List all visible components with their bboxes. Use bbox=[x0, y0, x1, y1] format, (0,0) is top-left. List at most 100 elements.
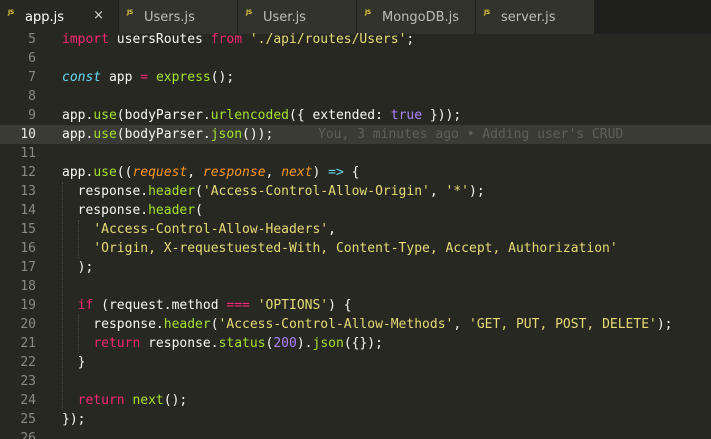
code-token: use bbox=[93, 127, 117, 142]
code-token: ( bbox=[210, 317, 219, 332]
code-text: response.header('Access-Control-Allow-Or… bbox=[62, 182, 485, 201]
js-file-icon: JS bbox=[8, 8, 16, 19]
code-token: }); bbox=[62, 412, 86, 427]
code-token: 'OPTIONS' bbox=[257, 298, 329, 313]
code-token: (); bbox=[210, 70, 235, 85]
code-line[interactable]: 14 response.header( bbox=[0, 201, 711, 220]
tab-app-js[interactable]: JS app.js × bbox=[0, 0, 119, 34]
code-line[interactable]: 11 bbox=[0, 144, 711, 163]
tab-label: server.js bbox=[501, 9, 556, 25]
tab-server-js[interactable]: JS server.js bbox=[476, 0, 595, 34]
code-line[interactable]: 9 app.use(bodyParser.urlencoded({ extende… bbox=[0, 106, 711, 125]
code-line[interactable]: 23 bbox=[0, 372, 711, 391]
code-token: true bbox=[390, 108, 423, 123]
code-line[interactable]: 19 if (request.method === 'OPTIONS') { bbox=[0, 296, 711, 315]
code-line[interactable]: 20 response.header('Access-Control-Allow… bbox=[0, 315, 711, 334]
line-number: 20 bbox=[20, 317, 36, 332]
code-token: , bbox=[328, 222, 336, 237]
js-file-icon: JS bbox=[365, 9, 373, 19]
js-file-icon-glyph: JS bbox=[246, 8, 252, 16]
code-line[interactable]: 24 return next(); bbox=[0, 391, 711, 410]
code-token: (bodyParser. bbox=[116, 127, 211, 142]
code-text: ); bbox=[62, 258, 94, 277]
code-line[interactable]: 25}); bbox=[0, 410, 711, 429]
code-line[interactable]: 8 bbox=[0, 87, 711, 106]
tab-label: User.js bbox=[263, 9, 306, 25]
indent-guide bbox=[78, 220, 79, 258]
code-line[interactable]: 13 response.header('Access-Control-Allow… bbox=[0, 182, 711, 201]
line-number: 21 bbox=[20, 336, 36, 351]
tab-user-js[interactable]: JS User.js bbox=[238, 0, 357, 34]
code-line[interactable]: 12 app.use((request, response, next) => { bbox=[0, 163, 711, 182]
code-token: })); bbox=[422, 108, 462, 123]
code-token: 'Access-Control-Allow-Headers' bbox=[93, 222, 329, 237]
code-token: header bbox=[163, 317, 211, 332]
code-line[interactable]: 15 'Access-Control-Allow-Headers', bbox=[0, 220, 711, 239]
code-token: 'Access-Control-Allow-Origin' bbox=[202, 184, 430, 199]
code-token: ; bbox=[406, 32, 415, 47]
code-text: const app = express(); bbox=[62, 68, 234, 87]
code-line[interactable]: 10 app.use(bodyParser.json()); You, 3 minu… bbox=[0, 125, 711, 144]
line-number: 16 bbox=[20, 241, 36, 256]
code-token: header bbox=[148, 184, 196, 199]
code-token: ). bbox=[296, 336, 313, 351]
code-token: if bbox=[77, 298, 94, 313]
code-token: ); bbox=[469, 184, 485, 199]
indent-guide bbox=[78, 315, 79, 353]
code-text: app.use(bodyParser.json()); bbox=[62, 125, 273, 144]
code-token: urlencoded bbox=[210, 108, 289, 123]
line-number: 11 bbox=[20, 146, 36, 161]
line-number: 10 bbox=[20, 127, 36, 142]
git-blame-annotation: You, 3 minutes ago • Adding user's CRUD bbox=[318, 127, 624, 142]
code-line[interactable]: 7 const app = express(); bbox=[0, 68, 711, 87]
code-line[interactable]: 17 ); bbox=[0, 258, 711, 277]
code-token: (( bbox=[116, 165, 133, 180]
line-number: 7 bbox=[28, 70, 36, 85]
tab-label: Users.js bbox=[144, 9, 195, 25]
line-number: 23 bbox=[20, 374, 36, 389]
code-line[interactable]: 26 bbox=[0, 429, 711, 439]
code-text: return next(); bbox=[62, 391, 188, 410]
tab-mongodb-js[interactable]: JS MongoDB.js bbox=[357, 0, 476, 34]
tab-users-js[interactable]: JS Users.js bbox=[119, 0, 238, 34]
code-text: }); bbox=[62, 410, 85, 429]
code-token: header bbox=[148, 203, 196, 218]
line-number: 13 bbox=[20, 184, 36, 199]
js-file-icon: JS bbox=[127, 8, 135, 19]
code-token: './api/routes/Users' bbox=[249, 32, 407, 47]
code-text: app.use((request, response, next) => { bbox=[62, 163, 359, 182]
code-text: app.use(bodyParser.urlencoded({ extended… bbox=[62, 106, 461, 125]
code-token: => bbox=[328, 165, 344, 180]
tab-label: app.js bbox=[25, 9, 64, 25]
code-token: const bbox=[62, 70, 102, 85]
js-file-icon-glyph: JS bbox=[127, 8, 133, 16]
code-token: from bbox=[210, 32, 243, 47]
close-icon[interactable]: × bbox=[93, 9, 104, 23]
code-line[interactable]: 21 return response.status(200).json({}); bbox=[0, 334, 711, 353]
code-line[interactable]: 18 bbox=[0, 277, 711, 296]
code-token: (); bbox=[163, 393, 188, 408]
line-number: 8 bbox=[28, 89, 36, 104]
code-token: use bbox=[93, 108, 117, 123]
line-number: 5 bbox=[28, 32, 36, 47]
code-token: 'Access-Control-Allow-Methods' bbox=[218, 317, 454, 332]
code-text: response.header( bbox=[62, 201, 203, 220]
code-line[interactable]: 16 'Origin, X-requestuested-With, Conten… bbox=[0, 239, 711, 258]
js-file-icon-glyph: JS bbox=[484, 8, 490, 16]
code-token: 'Origin, X-requestuested-With, Content-T… bbox=[93, 241, 618, 256]
code-token: app. bbox=[62, 165, 94, 180]
code-line[interactable]: 6 bbox=[0, 49, 711, 68]
code-line[interactable]: 22 } bbox=[0, 353, 711, 372]
code-editor[interactable]: 5 import usersRoutes from './api/routes/U… bbox=[0, 32, 711, 439]
line-number: 22 bbox=[20, 355, 36, 370]
code-token: next bbox=[132, 393, 164, 408]
tab-bar-empty-space[interactable] bbox=[595, 0, 711, 34]
code-token: { bbox=[343, 165, 360, 180]
line-number: 12 bbox=[20, 165, 36, 180]
code-line[interactable]: 5 import usersRoutes from './api/routes/U… bbox=[0, 30, 711, 49]
js-file-icon-glyph: JS bbox=[8, 8, 14, 16]
line-number: 14 bbox=[20, 203, 36, 218]
code-token: app. bbox=[62, 108, 94, 123]
